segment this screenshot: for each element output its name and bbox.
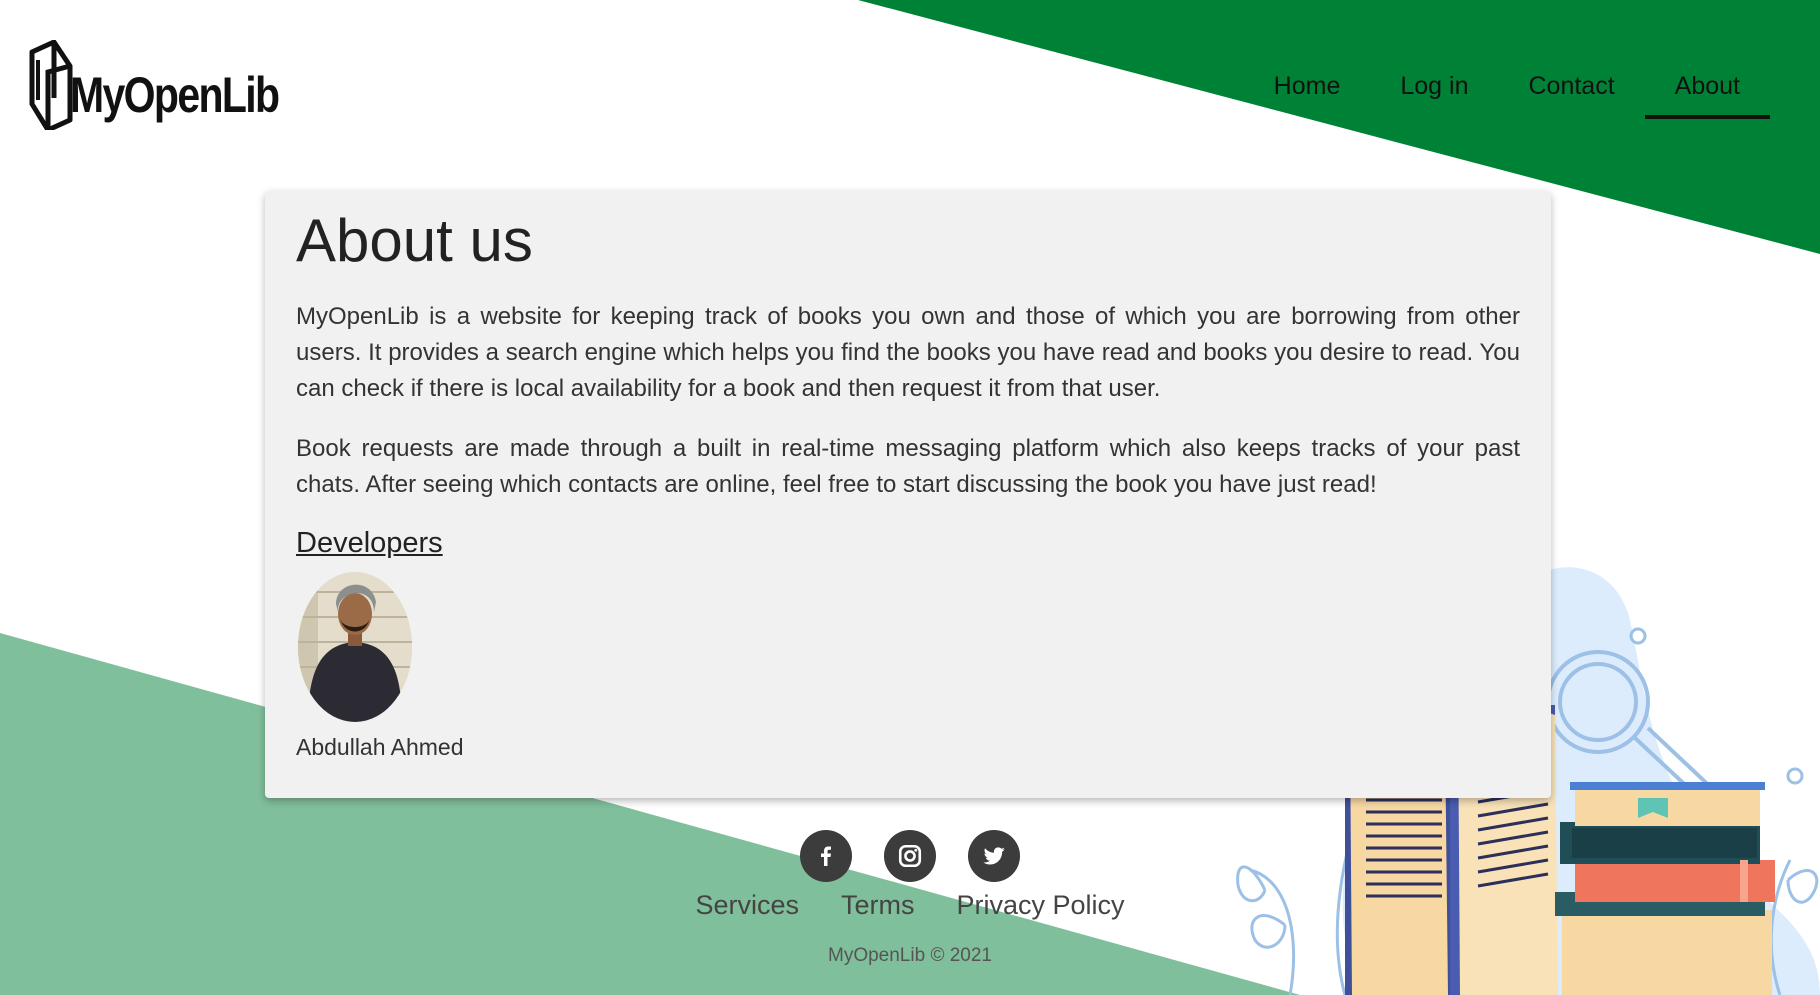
developer-name: Abdullah Ahmed — [296, 734, 464, 760]
page-title: About us — [296, 207, 533, 274]
nav-login[interactable]: Log in — [1370, 60, 1498, 119]
copyright: MyOpenLib © 2021 — [828, 945, 992, 966]
instagram-icon — [898, 844, 921, 868]
facebook-button[interactable] — [799, 830, 852, 882]
footer-links: Services Terms Privacy Policy — [0, 890, 1820, 921]
footer-link-terms[interactable]: Terms — [841, 890, 915, 921]
nav-home[interactable]: Home — [1244, 60, 1371, 119]
nav-contact[interactable]: Contact — [1498, 60, 1644, 119]
twitter-button[interactable] — [967, 830, 1020, 882]
main-nav: Home Log in Contact About — [1244, 60, 1770, 119]
about-paragraph: Book requests are made through a built i… — [296, 435, 1520, 498]
facebook-icon — [820, 846, 831, 866]
developers-heading: Developers — [296, 527, 443, 559]
about-paragraph: MyOpenLib is a website for keeping track… — [296, 303, 1520, 402]
nav-about[interactable]: About — [1644, 60, 1770, 119]
footer: Services Terms Privacy Policy MyOpenLib … — [0, 830, 1820, 967]
footer-link-privacy-policy[interactable]: Privacy Policy — [956, 890, 1124, 921]
developer-avatar — [298, 572, 412, 722]
developer-card: Abdullah Ahmed — [296, 572, 1520, 761]
twitter-icon — [982, 847, 1005, 865]
instagram-button[interactable] — [883, 830, 936, 882]
brand-name: MyOpenLib — [70, 67, 280, 123]
brand-logo[interactable]: MyOpenLib — [26, 40, 280, 136]
social-links — [0, 830, 1820, 882]
footer-link-services[interactable]: Services — [695, 890, 799, 921]
about-card: About us MyOpenLib is a website for keep… — [265, 191, 1551, 798]
